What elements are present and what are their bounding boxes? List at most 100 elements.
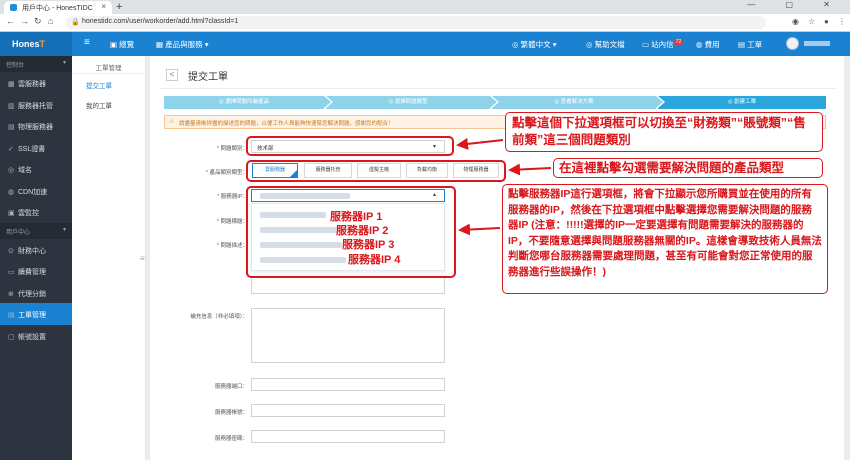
nav-tickets-label: 工單 [747,40,763,49]
sidebar-item-label: SSL證書 [18,145,46,153]
sidebar-section-user[interactable]: 用戶中心 ▾ [0,222,72,239]
sidebar-section-console-label: 控制台 [6,63,25,69]
sidebar-item-console-5[interactable]: ◍ CDN加速 [0,180,72,202]
sidebar-item-console-4[interactable]: ◎ 域名 [0,158,72,180]
sidebar-user-list: ⊙ 財務中心 ▭ 續費管理 ⊕ 代理分銷 ▤ 工單管理 ▢ 帳號設置 [0,239,72,347]
callout-problem-type: 點擊這個下拉選項框可以切換至“財務類”“賬號類”“售前類”這三個問題類別 [505,112,823,152]
ticket-icon: ▤ [8,312,15,319]
subnav-item-submit-ticket[interactable]: 提交工單 [72,74,145,94]
back-button[interactable]: < [166,69,178,81]
highlight-product-type [246,160,506,182]
sidebar-console-list: ▦ 雲服務器 ▥ 服務器托管 ▤ 物理服務器 ✓ SSL證書 ◎ 域名 ◍ CDN加速 ▣ 雲監控 [0,72,72,223]
agent-icon: ⊕ [8,290,14,298]
sidebar-item-label: 續費管理 [18,269,46,276]
progress-steps: ◎ 選擇問題所屬產品 ◎ 選擇問題類型 ◎ 查看解決方案 ◎ 創建工單 [164,96,826,109]
lock-icon: 🔒 [71,19,80,26]
account-label: 服務器帳號： [158,408,248,416]
step-1-label: ◎ 選擇問題所屬產品 [218,99,270,105]
logo[interactable]: HonesT [0,32,72,56]
nav-help-label: 幫助文檔 [594,40,625,49]
problem-type-label: * 問題類別： [216,146,248,152]
sidebar-item-user-4[interactable]: ▢ 帳號設置 [0,325,72,347]
url-field[interactable]: 🔒 honestidc.com/user/workorder/add.html?… [66,16,766,29]
nav-billing[interactable]: ◍ 費用 [696,39,720,50]
port-input[interactable] [251,378,445,391]
callout-product-type-text: 在這裡點擊勾選需要解決問題的產品類型 [559,161,785,175]
globe-icon: ◎ [8,167,15,174]
avatar[interactable] [786,37,799,50]
sidebar-item-label: 服務器托管 [18,102,53,110]
sidebar-section-console[interactable]: 控制台 ▾ [0,56,72,72]
back-arrow-icon[interactable]: ← [6,16,15,26]
supplement-textarea[interactable] [251,308,445,363]
extension-icon[interactable]: ◉ [792,17,799,26]
caret-down-icon: ▾ [62,60,66,66]
password-label-text: 服務器密碼： [214,436,248,442]
browser-menu-icon[interactable]: ⋮ [838,17,846,26]
account-icon: ▢ [8,333,15,341]
sidebar-item-user-3[interactable]: ▤ 工單管理 [0,303,72,325]
nav-messages[interactable]: ▭ 站內信 72 [642,39,684,50]
problem-type-label-text: 問題類別： [220,146,248,152]
page-title: 提交工單 [188,72,228,83]
nav-products-label: 產品與服務 [165,40,203,49]
sidebar-item-label: 雲監控 [18,210,39,217]
browser-chrome: 用戶中心 - HonesTIDC × + — ▢ ✕ ← → ↻ ⌂ 🔒 hon… [0,0,850,32]
window-controls[interactable]: — ▢ ✕ [747,0,844,9]
nav-products[interactable]: ▦ 產品與服務 ▾ [156,39,209,50]
warning-text: 請盡量清晰詳盡的描述您的問題，以便工作人員能夠快速幫您解決問題，感謝您的配合！ [179,121,394,127]
sidebar: 控制台 ▾ ▦ 雲服務器 ▥ 服務器托管 ▤ 物理服務器 ✓ SSL證書 ◎ 域名 ◍ CDN加速 ▣ 雲監… [0,56,72,460]
new-tab-button[interactable]: + [116,1,122,13]
sidebar-item-console-2[interactable]: ▤ 物理服務器 [0,115,72,137]
logo-accent: T [39,39,46,49]
description-textarea[interactable] [251,278,445,294]
profile-icon[interactable]: ● [824,17,829,26]
collapse-handle-icon[interactable]: ≡ [140,254,145,263]
reload-icon[interactable]: ↻ [34,16,42,27]
tab-title: 用戶中心 - HonesTIDC [22,5,93,12]
server-ip-label-text: 服務器IP： [220,194,248,200]
tab-close-icon[interactable]: × [101,2,106,11]
home-icon[interactable]: ⌂ [48,16,53,26]
step-3: ◎ 查看解決方案 [492,96,665,109]
step-4-label: ◎ 創建工單 [727,99,757,105]
star-icon[interactable]: ☆ [808,17,815,26]
description-label: * 問題描述： [216,243,248,249]
certificate-icon: ✓ [8,145,14,153]
title-label: * 問題標題： [216,219,248,225]
sidebar-item-console-6[interactable]: ▣ 雲監控 [0,201,72,223]
language-selector[interactable]: ◎ 繁體中文 ▾ [512,39,557,50]
rack-icon: ▥ [8,102,15,110]
logo-text: Hones [12,39,40,49]
sidebar-item-console-1[interactable]: ▥ 服務器托管 [0,94,72,116]
product-type-label: * 產品類別類型： [205,170,248,176]
top-navigation: HonesT ≡ ▣ 總覽 ▦ 產品與服務 ▾ ◎ 繁體中文 ▾ ◎ 幫助文檔 … [0,32,850,56]
nav-help[interactable]: ◎ 幫助文檔 [586,39,625,50]
username-redacted[interactable] [804,41,830,46]
step-2-label: ◎ 選擇問題類型 [388,99,428,105]
server-ip-label: * 服務器IP： [217,194,248,200]
divider [160,88,836,89]
supplement-label: 補充信息（非必填項）： [158,312,248,320]
nav-overview-label: 總覽 [119,40,135,49]
sidebar-item-user-0[interactable]: ⊙ 財務中心 [0,239,72,261]
step-1: ◎ 選擇問題所屬產品 [164,96,333,109]
browser-tab[interactable]: 用戶中心 - HonesTIDC × [4,1,112,14]
sub-navigation: 工單管理 提交工單 我的工單 [72,56,146,460]
subnav-item-my-tickets[interactable]: 我的工單 [72,94,145,114]
sidebar-item-user-1[interactable]: ▭ 續費管理 [0,260,72,282]
callout-server-ip: 點擊服務器IP這行選項框，將會下拉顯示您所購買並在使用的所有服務器的IP，然後在… [502,184,828,294]
ip-label-4: 服務器IP 4 [348,254,401,266]
sidebar-item-user-2[interactable]: ⊕ 代理分銷 [0,282,72,304]
sidebar-item-console-3[interactable]: ✓ SSL證書 [0,137,72,159]
nav-overview[interactable]: ▣ 總覽 [110,39,134,50]
sidebar-item-console-0[interactable]: ▦ 雲服務器 [0,72,72,94]
menu-toggle-icon[interactable]: ≡ [84,37,90,48]
nav-tickets[interactable]: ▤ 工單 [738,39,762,50]
password-input[interactable] [251,430,445,443]
message-count-badge: 72 [673,39,684,45]
warning-icon: ⚠ [169,119,175,125]
forward-arrow-icon[interactable]: → [20,16,29,26]
account-input[interactable] [251,404,445,417]
sidebar-item-label: 財務中心 [18,247,46,255]
